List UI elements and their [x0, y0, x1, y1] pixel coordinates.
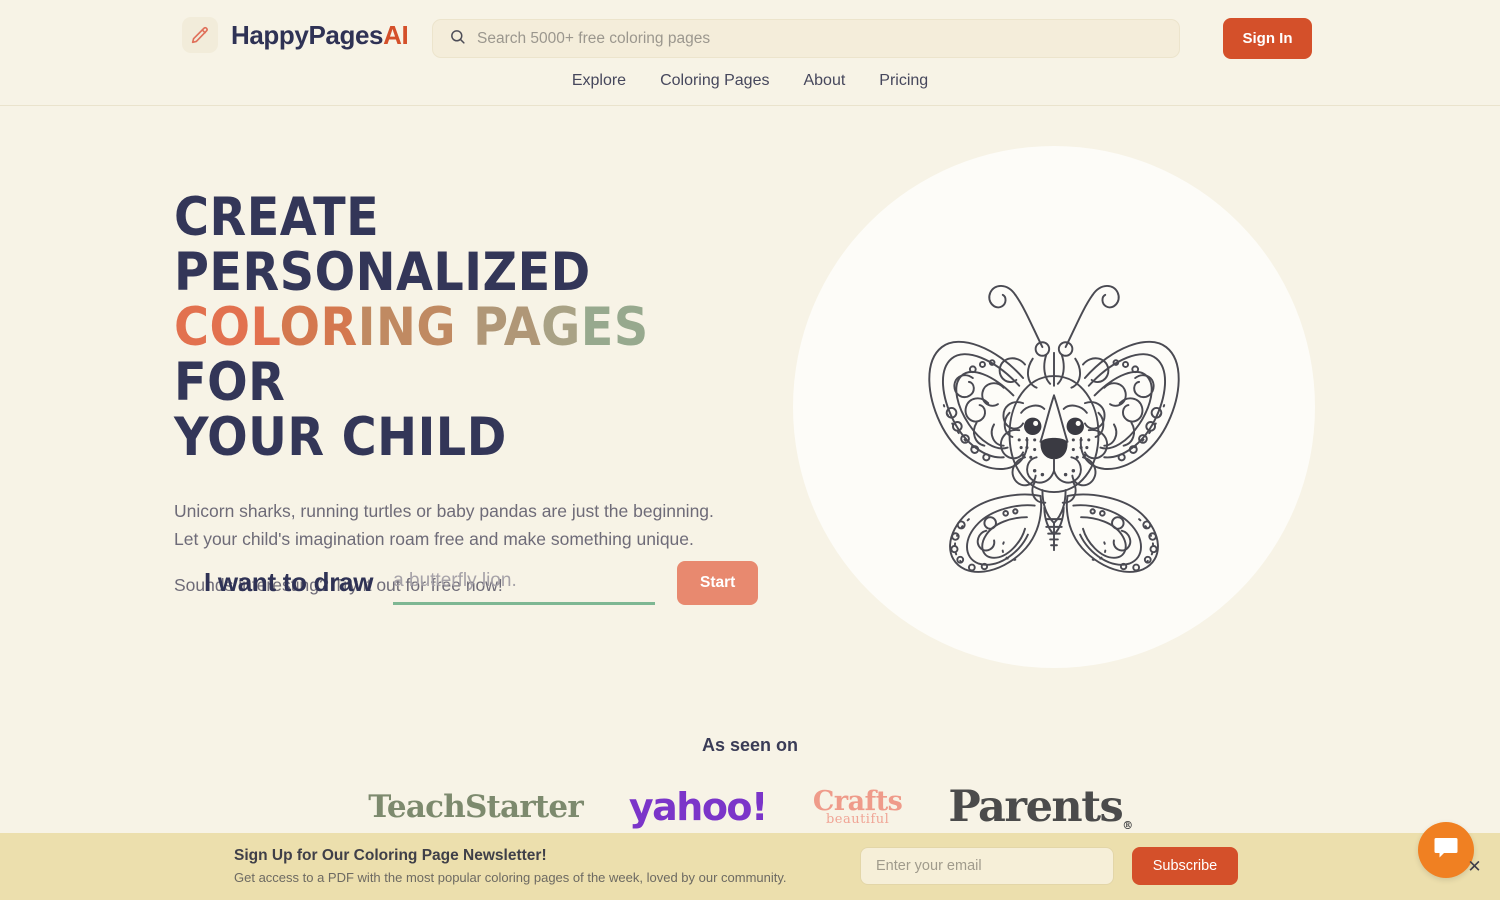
newsletter-email-input[interactable] [860, 847, 1114, 885]
start-button[interactable]: Start [677, 560, 759, 605]
logo-crafts-line-1: Crafts [812, 786, 903, 817]
hero-description: Unicorn sharks, running turtles or baby … [174, 501, 714, 549]
site-header: HappyPagesAI Sign In Explore Coloring Pa… [0, 0, 1500, 106]
prompt-input[interactable] [393, 560, 656, 605]
headline-line-2-tail: for [174, 352, 286, 413]
landing-page: HappyPagesAI Sign In Explore Coloring Pa… [0, 0, 1500, 900]
subscribe-button[interactable]: Subscribe [1132, 847, 1238, 885]
headline-accent-3: ing [357, 297, 457, 358]
nav-item-about[interactable]: About [803, 72, 845, 90]
logo-teachstarter: TeachStarter [368, 789, 583, 825]
pencil-icon [182, 17, 218, 53]
logo-crafts-beautiful: Crafts beautiful [813, 788, 903, 826]
press-logos: TeachStarter yahoo! Crafts beautiful Par… [0, 782, 1500, 832]
logo-parents-text: Parents [948, 782, 1123, 832]
headline-accent-4: Pa [456, 297, 542, 358]
hero-image-circle [793, 146, 1315, 668]
prompt-row: I want to draw Start [204, 560, 759, 605]
headline-line-3: Your Child [174, 407, 507, 468]
hero-text-column: Create Personalized Coloring Pages for Y… [174, 190, 774, 596]
chat-close-icon[interactable]: ✕ [1466, 858, 1483, 875]
page-title: Create Personalized Coloring Pages for Y… [174, 190, 774, 465]
newsletter-copy: Sign Up for Our Coloring Page Newsletter… [234, 847, 787, 885]
nav-item-explore[interactable]: Explore [572, 72, 626, 90]
newsletter-banner: Sign Up for Our Coloring Page Newsletter… [0, 833, 1500, 900]
headline-accent-5: g [541, 297, 581, 358]
newsletter-subtitle: Get access to a PDF with the most popula… [234, 870, 787, 885]
as-seen-on-title: As seen on [701, 735, 799, 755]
brand-name: HappyPagesAI [231, 19, 409, 51]
nav-item-coloring-pages[interactable]: Coloring Pages [660, 72, 769, 90]
logo-parents: Parents® [948, 782, 1133, 832]
nav-item-pricing[interactable]: Pricing [879, 72, 928, 90]
main-navigation: Explore Coloring Pages About Pricing [0, 72, 1500, 90]
butterfly-lion-illustration [879, 233, 1229, 581]
brand-name-accent: AI [383, 19, 409, 50]
headline-accent-1: Col [174, 297, 280, 358]
registered-mark-icon: ® [1122, 819, 1133, 832]
search-bar[interactable] [432, 19, 1180, 58]
headline-line-1: Create Personalized [174, 187, 591, 303]
newsletter-title: Sign Up for Our Coloring Page Newsletter… [234, 847, 547, 864]
headline-accent-6: es [580, 297, 649, 358]
prompt-label: I want to draw [204, 567, 374, 597]
search-icon [449, 28, 466, 50]
brand-logo[interactable]: HappyPagesAI [182, 17, 409, 53]
logo-yahoo: yahoo! [628, 785, 769, 829]
brand-name-dark: HappyPages [231, 19, 384, 50]
logo-crafts-line-2: beautiful [825, 812, 890, 827]
headline-accent-2: or [279, 297, 358, 358]
sign-in-button[interactable]: Sign In [1223, 18, 1312, 59]
search-input[interactable] [477, 29, 1163, 48]
chat-bubble-icon [1433, 836, 1459, 865]
